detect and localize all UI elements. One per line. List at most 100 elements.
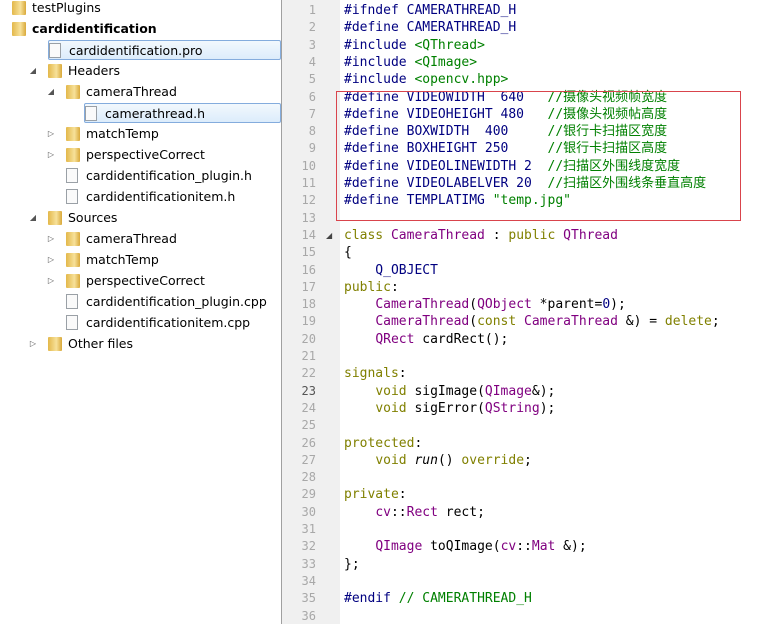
line-number: 23 [301, 383, 316, 398]
collapsed-arrow-icon[interactable]: ▷ [46, 145, 56, 165]
tree-item[interactable]: camerathread.h [84, 103, 281, 123]
tree-item[interactable]: cardidentificationitem.h [0, 187, 281, 207]
tree-item-label: Other files [68, 336, 134, 351]
code-token: signals [344, 366, 399, 382]
code-line: #define CAMERATHREAD_H [344, 19, 516, 36]
code-token: void [375, 383, 415, 399]
project-tree[interactable]: testPlugins cardidentification cardident… [0, 0, 282, 624]
line-number: 20 [301, 331, 316, 346]
line-number: 8 [308, 124, 316, 139]
code-token: void [375, 400, 415, 416]
collapsed-arrow-icon[interactable]: ▷ [28, 334, 38, 354]
line-number: 33 [301, 556, 316, 571]
folder-icon [66, 127, 80, 141]
line-number: 9 [308, 141, 316, 156]
tree-item-label: matchTemp [86, 252, 159, 267]
line-number: 18 [301, 297, 316, 312]
code-token: &); [555, 539, 587, 555]
code-line: void sigImage(QImage&); [344, 383, 555, 400]
folder-icon [66, 253, 80, 267]
line-number: 25 [301, 418, 316, 433]
code-token: class [344, 227, 391, 243]
tree-item[interactable]: cardidentification_plugin.cpp [0, 292, 281, 312]
collapsed-arrow-icon[interactable]: ▷ [46, 271, 56, 291]
file-icon [66, 294, 78, 309]
code-token: rect; [437, 504, 485, 520]
collapsed-arrow-icon[interactable]: ▷ [46, 229, 56, 249]
code-line: private: [344, 486, 407, 503]
line-number: 28 [301, 470, 316, 485]
line-number: 11 [301, 176, 316, 190]
code-token: *parent= [531, 297, 603, 313]
line-number: 15 [301, 245, 316, 260]
code-line: }; [344, 556, 360, 573]
code-token: #ifndef CAMERATHREAD_H [344, 3, 517, 18]
tree-item[interactable]: ▷ cameraThread [0, 229, 281, 249]
code-token: // CAMERATHREAD_H [398, 591, 532, 607]
tree-item[interactable]: cardidentification_plugin.h [0, 166, 281, 186]
tree-item[interactable]: ▷ perspectiveCorrect [0, 271, 281, 291]
line-number: 3 [308, 37, 316, 52]
code-token: sigImage( [414, 383, 485, 399]
sources-folder-icon [48, 211, 62, 225]
code-token: #define CAMERATHREAD_H [344, 20, 517, 36]
code-token: &); [531, 383, 556, 399]
collapsed-arrow-icon[interactable]: ▷ [46, 250, 56, 270]
tree-item[interactable]: testPlugins [0, 0, 281, 18]
tree-item-label: perspectiveCorrect [86, 147, 205, 162]
tree-item[interactable]: ▷ matchTemp [0, 250, 281, 270]
code-token: Q_OBJECT [344, 262, 438, 278]
folder-icon [66, 85, 80, 99]
fold-marker-icon[interactable]: ◢ [326, 231, 332, 240]
code-token: ); [539, 400, 556, 416]
tree-item[interactable]: ▷ Other files [0, 334, 281, 354]
tree-item-label: cardidentificationitem.h [86, 189, 236, 204]
code-line: QImage toQImage(cv::Mat &); [344, 538, 587, 555]
highlight-box [336, 91, 741, 221]
tree-item[interactable]: cardidentification.pro [48, 40, 281, 60]
code-token: 0 [602, 297, 611, 313]
tree-item[interactable]: ◢ cameraThread [0, 82, 281, 102]
expanded-arrow-icon[interactable]: ◢ [28, 61, 38, 81]
line-number: 27 [301, 452, 316, 467]
code-token: ( [469, 297, 478, 313]
tree-item[interactable]: ◢ Headers [0, 61, 281, 81]
line-number: 34 [301, 573, 316, 588]
line-number: 16 [301, 262, 316, 277]
tree-item[interactable]: cardidentification [0, 19, 281, 39]
code-token: : [398, 487, 407, 503]
file-icon [66, 315, 78, 330]
tree-item-label: cameraThread [86, 84, 177, 99]
code-token: const [477, 314, 525, 330]
line-number: 2 [308, 20, 316, 35]
collapsed-arrow-icon[interactable]: ▷ [46, 124, 56, 144]
code-token: Mat [531, 539, 556, 555]
tree-item[interactable]: ◢ Sources [0, 208, 281, 228]
code-token: ; [524, 452, 532, 468]
code-token: : [390, 279, 399, 295]
tree-item[interactable]: cardidentificationitem.cpp [0, 313, 281, 333]
code-token: QImage [484, 383, 532, 399]
tree-item[interactable]: ▷ perspectiveCorrect [0, 145, 281, 165]
code-token: ); [610, 297, 626, 313]
tree-item[interactable]: ▷ matchTemp [0, 124, 281, 144]
expanded-arrow-icon[interactable]: ◢ [46, 82, 56, 102]
line-number: 4 [308, 54, 316, 69]
folder-icon [66, 148, 80, 162]
code-token: () [437, 452, 462, 468]
code-token: toQImage( [422, 539, 501, 555]
code-token: cardRect(); [414, 331, 509, 347]
code-editor[interactable]: 1 2 3 4 5 6 7 8 9 10 11 12 13 14 ◢ 15 16 17 18 19 20 21 22 23 24… [282, 0, 781, 624]
line-number: 31 [301, 522, 316, 536]
line-number: 36 [301, 608, 316, 623]
code-line: #endif // CAMERATHREAD_H [344, 590, 532, 607]
code-line: QRect cardRect(); [344, 331, 508, 348]
code-token: : [484, 227, 509, 243]
code-token: { [344, 245, 352, 261]
expanded-arrow-icon[interactable]: ◢ [28, 208, 38, 228]
